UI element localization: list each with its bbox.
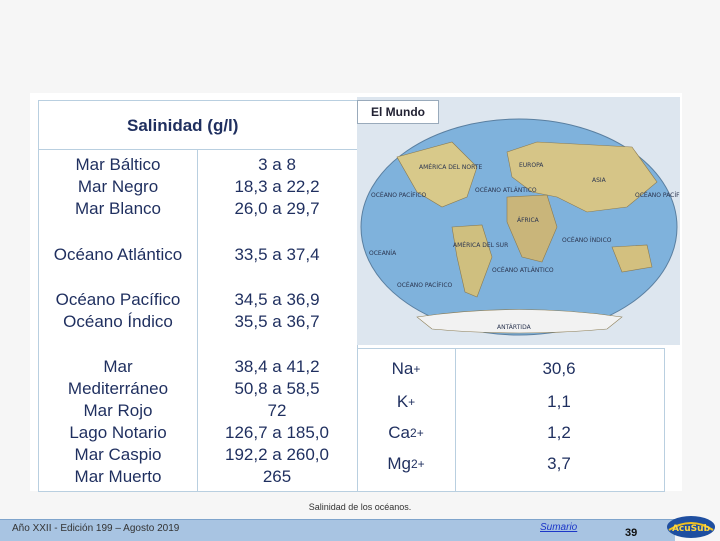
map-label: OCÉANO ÍNDICO <box>562 236 612 244</box>
sea-names-2: Océano Atlántico <box>53 245 183 264</box>
table-title: Salinidad (g/l) <box>127 116 239 135</box>
map-title: El Mundo <box>357 100 439 124</box>
edition-text: Año XXII - Edición 199 – Agosto 2019 <box>12 523 180 534</box>
sea-names-3: Océano Pacífico Océano Índico <box>55 290 181 331</box>
acusub-logo: AcuSub <box>667 516 715 538</box>
ion-label: K+ <box>396 392 416 411</box>
page-number: 39 <box>625 527 638 539</box>
map-label: OCÉANO PACÍFICO <box>371 191 427 199</box>
ion-label: Ca2+ <box>388 423 424 442</box>
map-label: ASIA <box>592 177 607 184</box>
world-map-image: AMÉRICA DEL NORTE EUROPA ASIA OCÉANO ATL… <box>360 118 691 336</box>
map-label: EUROPA <box>519 162 544 169</box>
salinity-values-1: 3 a 8 18,3 a 22,2 26,0 a 29,7 <box>234 155 320 218</box>
salinity-values-2: 33,5 a 37,4 <box>234 245 320 264</box>
ion-value: 1,1 <box>547 392 571 411</box>
ion-label: Na+ <box>391 359 421 378</box>
map-label: OCÉANO ATLÁNTICO <box>492 266 554 274</box>
salinity-values-3: 34,5 a 36,9 35,5 a 36,7 <box>234 290 320 331</box>
map-label: ÁFRICA <box>517 217 540 224</box>
map-label: OCÉANO ATLÁNTICO <box>475 186 537 194</box>
figure-caption: Salinidad de los océanos. <box>308 502 412 512</box>
map-label: OCÉANO PACÍFICO <box>397 281 453 289</box>
ion-value: 1,2 <box>547 423 571 442</box>
map-label: AMÉRICA DEL NORTE <box>419 163 482 171</box>
ion-value: 3,7 <box>547 454 571 473</box>
map-label: ANTÁRTIDA <box>497 324 532 331</box>
ion-value: 30,6 <box>542 359 576 378</box>
salinity-values-4: 38,4 a 41,2 50,8 a 58,5 72 126,7 a 185,0… <box>225 357 329 486</box>
sea-names-4: Mar Mediterráneo Mar Rojo Lago Notario M… <box>67 357 169 486</box>
map-label: OCÉANO PACÍFICO <box>635 191 680 199</box>
world-map: AMÉRICA DEL NORTE EUROPA ASIA OCÉANO ATL… <box>357 97 691 345</box>
map-label: OCEANÍA <box>369 250 397 257</box>
logo-text: AcuSub <box>672 524 711 534</box>
map-label: AMÉRICA DEL SUR <box>453 241 508 249</box>
ion-label: Mg2+ <box>387 454 425 473</box>
sumario-link[interactable]: Sumario <box>540 522 577 533</box>
sea-names-1: Mar Báltico Mar Negro Mar Blanco <box>75 155 161 218</box>
